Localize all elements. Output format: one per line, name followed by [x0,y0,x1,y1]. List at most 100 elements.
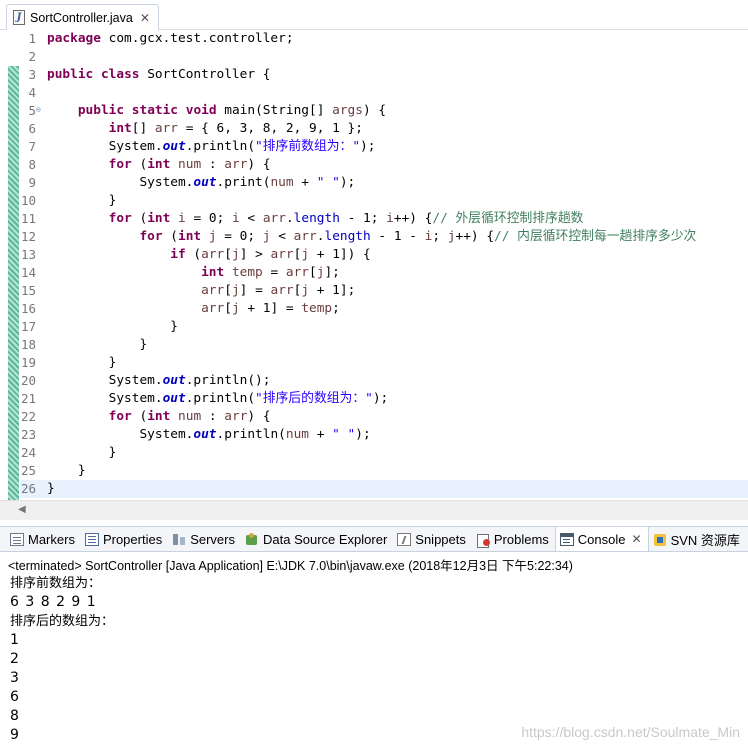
code-line[interactable]: 9 System.out.print(num + " "); [20,174,748,192]
code-token: j [231,283,240,298]
code-text: } [47,336,147,354]
code-token: " " [332,427,356,442]
code-line[interactable]: 7 System.out.println("排序前数组为："); [20,138,748,156]
code-token: ( [162,229,178,244]
code-token: SortController { [139,67,271,82]
code-token: = 0; [185,211,232,226]
tab-problems[interactable]: Problems [472,527,555,551]
code-token: package [47,31,101,46]
tab-servers[interactable]: Servers [168,527,241,551]
tab-data-source-explorer[interactable]: Data Source Explorer [241,527,393,551]
code-line[interactable]: 16 arr[j + 1] = temp; [20,300,748,318]
code-lines[interactable]: 1 package com.gcx.test.controller; 2 3 publi… [20,30,748,498]
code-token: ) { [362,103,387,118]
code-line[interactable]: 18 } [20,336,748,354]
code-text: if (arr[j] > arr[j + 1]) { [47,246,370,264]
code-line[interactable]: 12 for (int j = 0; j < arr.length - 1 - … [20,228,748,246]
tab-label: Servers [190,531,235,547]
tab-properties[interactable]: Properties [81,527,168,551]
java-file-icon: J [13,10,25,25]
code-text: } [47,480,55,498]
code-line[interactable]: 21 System.out.println("排序后的数组为："); [20,390,748,408]
code-line[interactable]: 15 arr[j] = arr[j + 1]; [20,282,748,300]
code-line[interactable]: 23 System.out.println(num + " "); [20,426,748,444]
code-line[interactable]: 22 for (int num : arr) { [20,408,748,426]
code-text: int[] arr = { 6, 3, 8, 2, 9, 1 }; [47,120,363,138]
code-token: ++) { [393,211,433,226]
code-line[interactable]: 11 for (int i = 0; i < arr.length - 1; i… [20,210,748,228]
tab-console[interactable]: Console ✕ [554,527,649,551]
code-text: } [47,192,117,210]
code-line[interactable]: 4 [20,84,748,102]
fold-collapse-icon[interactable]: ⊖ [36,105,41,115]
code-token: if [170,247,186,262]
code-token: int [201,265,225,280]
code-line[interactable]: 25 } [20,462,748,480]
code-token: .println( [185,139,256,154]
code-token: System. [47,139,163,154]
code-text: for (int num : arr) { [47,156,271,174]
code-line[interactable]: 5 ⊖ public static void main(String[] args… [20,102,748,120]
code-text: } [47,318,178,336]
line-number: 24 [20,445,36,460]
tab-markers[interactable]: Markers [6,527,81,551]
code-token: i [231,211,240,226]
line-number: 4 [28,85,36,100]
code-line[interactable]: 2 [20,48,748,66]
code-token: } [47,445,117,460]
code-line[interactable]: 14 int temp = arr[j]; [20,264,748,282]
horizontal-scrollbar[interactable]: ◀ [0,500,748,520]
editor-tab-title: SortController.java [30,10,133,25]
code-line[interactable]: 13 if (arr[j] > arr[j + 1]) { [20,246,748,264]
code-token: int [147,409,171,424]
code-token: j [231,247,240,262]
code-line[interactable]: 17 } [20,318,748,336]
code-token: void [185,103,217,118]
code-token: arr [293,229,317,244]
code-token: arr [201,283,225,298]
close-icon[interactable]: ✕ [140,11,150,25]
code-token: - 1 - [370,229,425,244]
data-source-explorer-icon [245,532,259,546]
code-line[interactable]: 26} [20,480,748,498]
code-token: num [285,427,309,442]
code-token: arr [270,247,294,262]
code-line[interactable]: 10 } [20,192,748,210]
line-number: 15 [20,283,36,298]
code-token: j [231,301,240,316]
tab-svn[interactable]: SVN 资源库 [649,527,746,551]
tab-snippets[interactable]: Snippets [393,527,472,551]
code-token: ( [185,247,202,262]
code-line[interactable]: 24 } [20,444,748,462]
code-token: } [47,193,117,208]
code-token: arr [270,283,294,298]
code-token: System. [47,391,163,406]
console-output-line: 排序后的数组为： [10,614,115,629]
code-token: static [131,103,179,118]
close-icon[interactable]: ✕ [632,532,642,546]
code-text: for (int j = 0; j < arr.length - 1 - i; … [47,228,696,246]
code-text: } [47,354,117,372]
scroll-left-icon[interactable]: ◀ [18,504,26,515]
change-ruler [8,30,19,500]
editor-tab-sortcontroller[interactable]: J SortController.java ✕ [6,4,159,30]
code-line[interactable]: 20 System.out.println(); [20,372,748,390]
line-number: 6 [28,121,36,136]
console-output-line: 6 [10,689,26,705]
code-token: int [147,211,171,226]
code-line[interactable]: 6 int[] arr = { 6, 3, 8, 2, 9, 1 }; [20,120,748,138]
code-editor[interactable]: 1 package com.gcx.test.controller; 2 3 publi… [0,30,748,500]
code-token: for [108,409,132,424]
code-line[interactable]: 19 } [20,354,748,372]
code-line[interactable]: 3 public class SortController { [20,66,748,84]
code-line[interactable]: 8 for (int num : arr) { [20,156,748,174]
code-token: com.gcx.test.controller; [100,31,294,46]
line-number: 5 [28,103,36,118]
code-line[interactable]: 1 package com.gcx.test.controller; [20,30,748,48]
code-token: [ [224,283,232,298]
